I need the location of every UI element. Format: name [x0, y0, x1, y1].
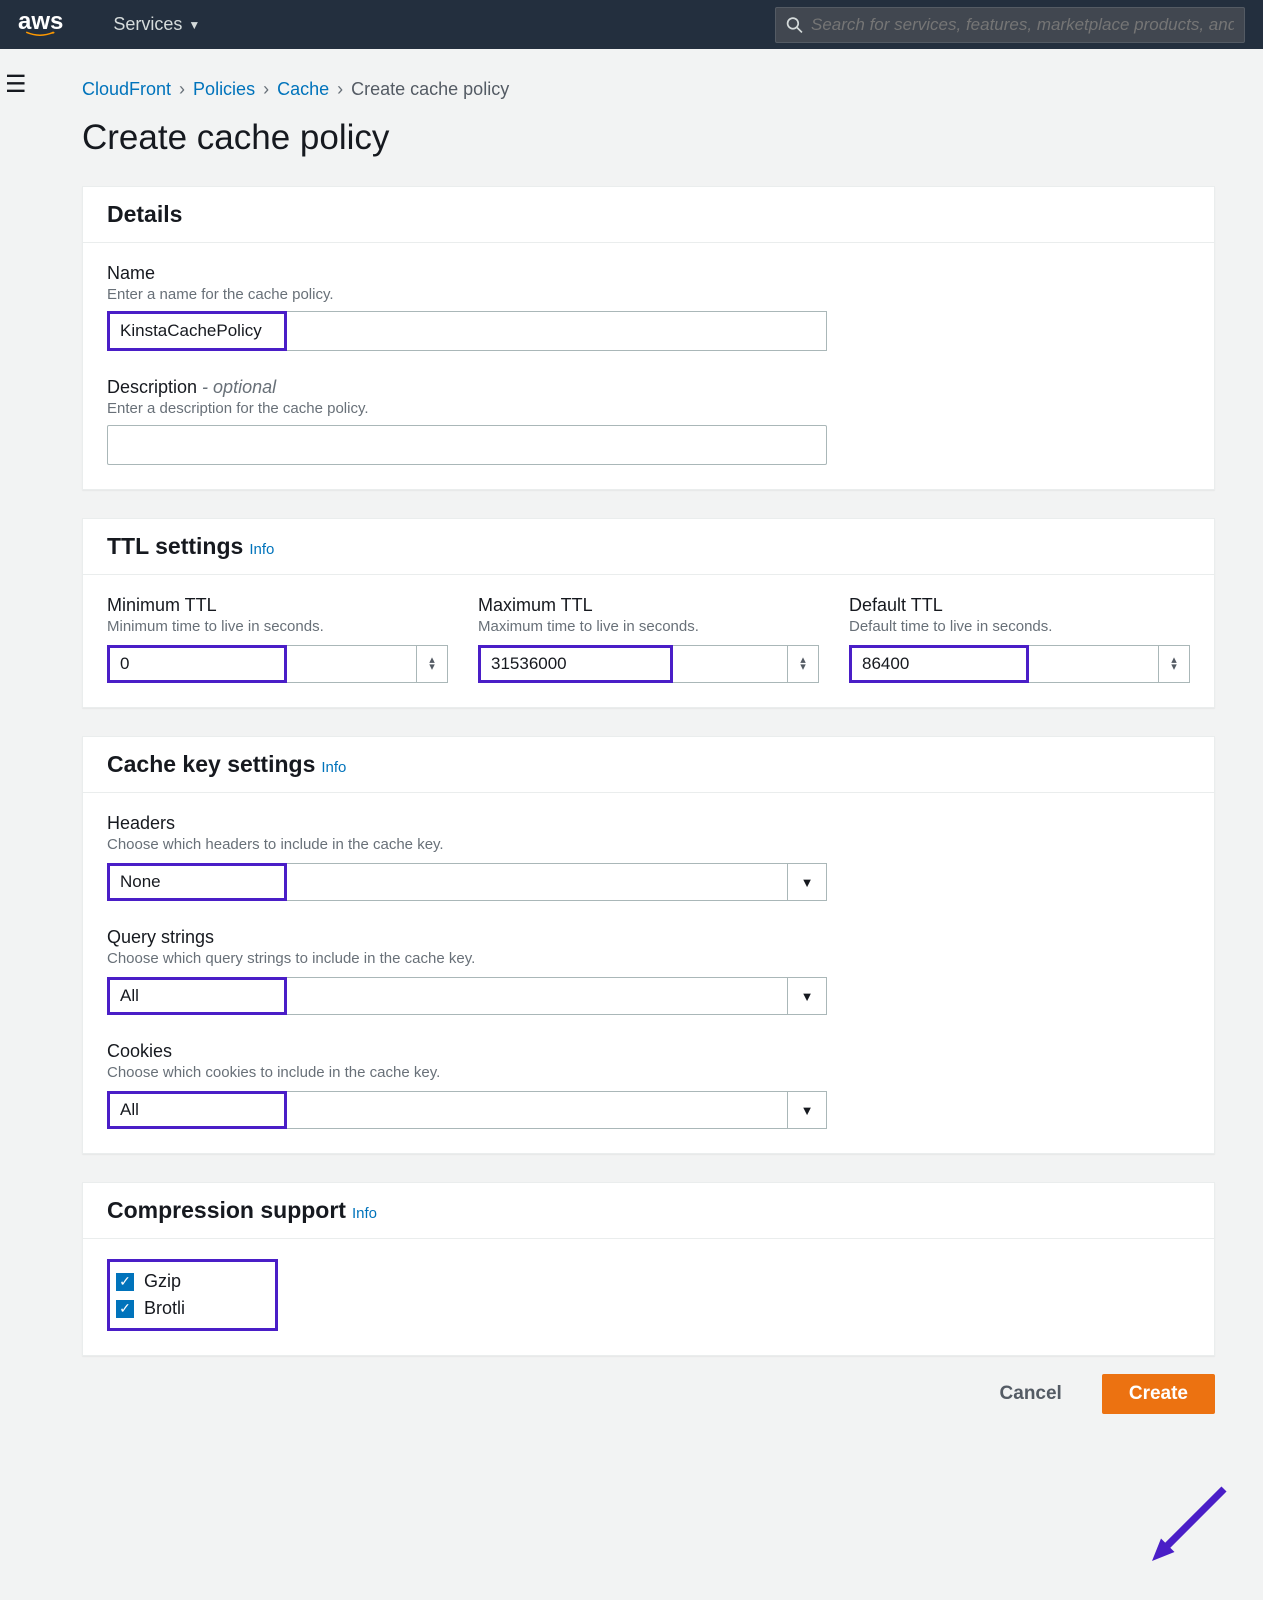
chevron-right-icon: ›	[337, 79, 343, 100]
search-icon	[786, 16, 803, 34]
aws-logo[interactable]: aws	[18, 12, 63, 37]
aws-smile-icon	[18, 31, 62, 37]
cachekey-info-link[interactable]: Info	[321, 759, 346, 776]
breadcrumb: CloudFront › Policies › Cache › Create c…	[82, 79, 1215, 100]
name-input[interactable]: KinstaCachePolicy	[107, 311, 827, 351]
caret-down-icon: ▾	[800, 664, 806, 671]
desc-label: Description	[107, 377, 197, 397]
sidebar-toggle[interactable]: ☰	[5, 70, 27, 99]
compression-heading: Compression support	[107, 1197, 346, 1223]
def-ttl-input[interactable]: 86400	[849, 645, 1029, 683]
compression-info-link[interactable]: Info	[352, 1205, 377, 1222]
cookies-help: Choose which cookies to include in the c…	[107, 1064, 1190, 1081]
page-title: Create cache policy	[82, 118, 1215, 158]
details-heading: Details	[107, 201, 182, 227]
compression-panel: Compression support Info ✓ Gzip ✓ Brotli	[82, 1182, 1215, 1356]
cookies-label: Cookies	[107, 1041, 1190, 1062]
caret-down-icon: ▼	[787, 863, 827, 901]
brotli-label: Brotli	[144, 1298, 185, 1319]
chevron-right-icon: ›	[179, 79, 185, 100]
create-button[interactable]: Create	[1102, 1374, 1215, 1414]
querystrings-select[interactable]: All ▼	[107, 977, 827, 1015]
caret-down-icon: ▼	[787, 1091, 827, 1129]
headers-help: Choose which headers to include in the c…	[107, 836, 1190, 853]
top-header: aws Services ▼	[0, 0, 1263, 49]
def-ttl-stepper[interactable]: ▴▾	[1158, 645, 1190, 683]
desc-input[interactable]	[107, 425, 827, 465]
services-menu[interactable]: Services ▼	[113, 14, 200, 35]
max-ttl-input[interactable]: 31536000	[478, 645, 673, 683]
ttl-info-link[interactable]: Info	[249, 541, 274, 558]
desc-optional: - optional	[197, 377, 276, 397]
name-help: Enter a name for the cache policy.	[107, 286, 1190, 303]
querystrings-help: Choose which query strings to include in…	[107, 950, 1190, 967]
cancel-button[interactable]: Cancel	[974, 1374, 1088, 1414]
action-bar: Cancel Create	[82, 1374, 1215, 1414]
name-label: Name	[107, 263, 1190, 284]
headers-label: Headers	[107, 813, 1190, 834]
max-ttl-label: Maximum TTL	[478, 595, 819, 616]
breadcrumb-cloudfront[interactable]: CloudFront	[82, 79, 171, 100]
search-box[interactable]	[775, 7, 1245, 43]
details-panel: Details Name Enter a name for the cache …	[82, 186, 1215, 490]
cachekey-heading: Cache key settings	[107, 751, 315, 777]
headers-select[interactable]: None ▼	[107, 863, 827, 901]
caret-down-icon: ▼	[188, 18, 200, 32]
breadcrumb-policies[interactable]: Policies	[193, 79, 255, 100]
def-ttl-help: Default time to live in seconds.	[849, 618, 1190, 635]
querystrings-label: Query strings	[107, 927, 1190, 948]
gzip-label: Gzip	[144, 1271, 181, 1292]
ttl-heading: TTL settings	[107, 533, 243, 559]
desc-help: Enter a description for the cache policy…	[107, 400, 1190, 417]
cachekey-panel: Cache key settings Info Headers Choose wh…	[82, 736, 1215, 1154]
chevron-right-icon: ›	[263, 79, 269, 100]
gzip-checkbox[interactable]: ✓	[116, 1273, 134, 1291]
def-ttl-label: Default TTL	[849, 595, 1190, 616]
caret-down-icon: ▾	[1171, 664, 1177, 671]
max-ttl-help: Maximum time to live in seconds.	[478, 618, 819, 635]
cookies-select[interactable]: All ▼	[107, 1091, 827, 1129]
breadcrumb-cache[interactable]: Cache	[277, 79, 329, 100]
min-ttl-stepper[interactable]: ▴▾	[416, 645, 448, 683]
min-ttl-help: Minimum time to live in seconds.	[107, 618, 448, 635]
breadcrumb-current: Create cache policy	[351, 79, 509, 100]
caret-down-icon: ▼	[787, 977, 827, 1015]
min-ttl-label: Minimum TTL	[107, 595, 448, 616]
search-input[interactable]	[811, 15, 1234, 35]
brotli-checkbox[interactable]: ✓	[116, 1300, 134, 1318]
caret-down-icon: ▾	[429, 664, 435, 671]
annotation-arrow-icon	[1143, 1480, 1233, 1570]
ttl-panel: TTL settings Info Minimum TTL Minimum tim…	[82, 518, 1215, 708]
max-ttl-stepper[interactable]: ▴▾	[787, 645, 819, 683]
min-ttl-input[interactable]: 0	[107, 645, 287, 683]
